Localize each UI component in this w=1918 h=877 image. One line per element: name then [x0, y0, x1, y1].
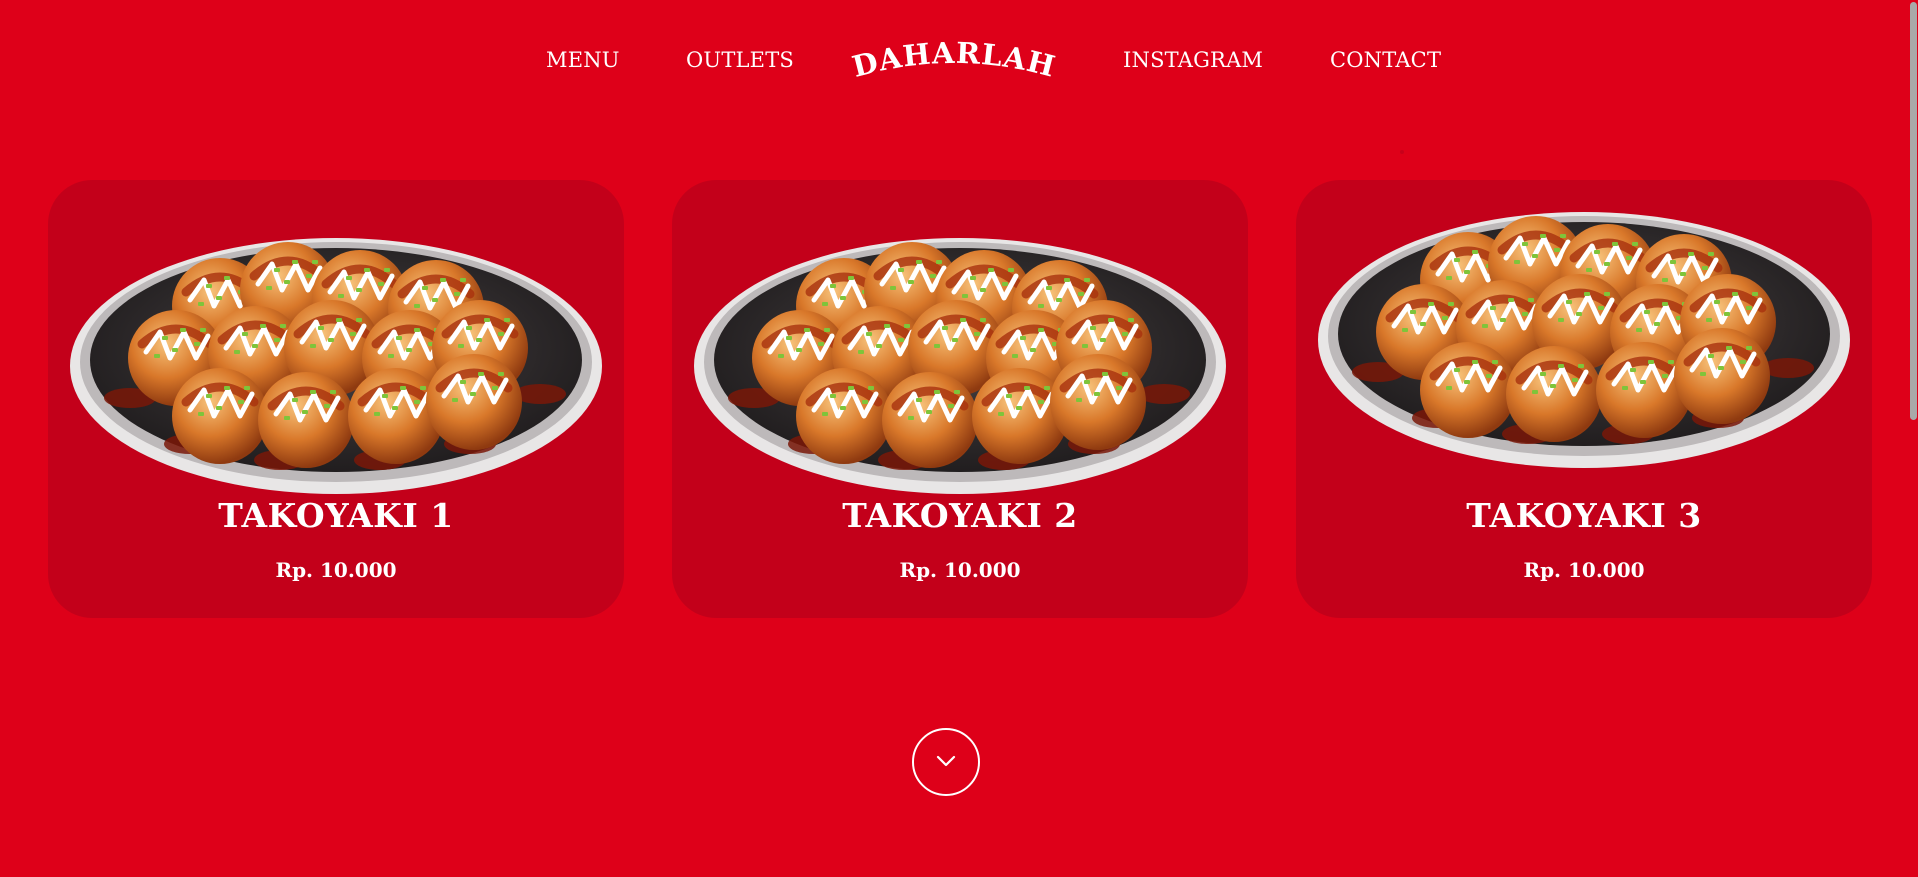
brand-logo-text: DAHARLAH — [849, 36, 1060, 84]
page: MENU OUTLETS INSTAGRAM CONTACT DAHARLAH … — [0, 0, 1918, 877]
decorative-dot — [1400, 150, 1404, 154]
nav-link-contact[interactable]: CONTACT — [1330, 42, 1441, 78]
takoyaki-illustration — [70, 238, 602, 494]
takoyaki-illustration — [694, 238, 1226, 494]
takoyaki-plate-image — [1318, 172, 1850, 472]
chevron-down-icon — [936, 755, 956, 767]
nav-link-outlets[interactable]: OUTLETS — [686, 42, 794, 78]
product-name: TAKOYAKI 2 — [842, 496, 1078, 535]
nav-link-instagram[interactable]: INSTAGRAM — [1123, 42, 1263, 78]
takoyaki-illustration — [1318, 212, 1850, 468]
product-card[interactable]: TAKOYAKI 1 Rp. 10.000 — [48, 180, 624, 618]
scroll-down-button[interactable] — [912, 728, 980, 796]
product-name: TAKOYAKI 1 — [218, 496, 454, 535]
nav-link-menu[interactable]: MENU — [546, 42, 620, 78]
product-card[interactable]: TAKOYAKI 3 Rp. 10.000 — [1296, 180, 1872, 618]
takoyaki-plate-image — [70, 198, 602, 498]
takoyaki-plate-image — [694, 198, 1226, 498]
product-price: Rp. 10.000 — [899, 558, 1021, 582]
product-card[interactable]: TAKOYAKI 2 Rp. 10.000 — [672, 180, 1248, 618]
brand-logo[interactable]: DAHARLAH — [849, 36, 1059, 86]
product-name: TAKOYAKI 3 — [1466, 496, 1702, 535]
scrollbar-thumb[interactable] — [1910, 2, 1917, 420]
page-scrollbar[interactable] — [1908, 0, 1918, 877]
product-price: Rp. 10.000 — [275, 558, 397, 582]
product-price: Rp. 10.000 — [1523, 558, 1645, 582]
